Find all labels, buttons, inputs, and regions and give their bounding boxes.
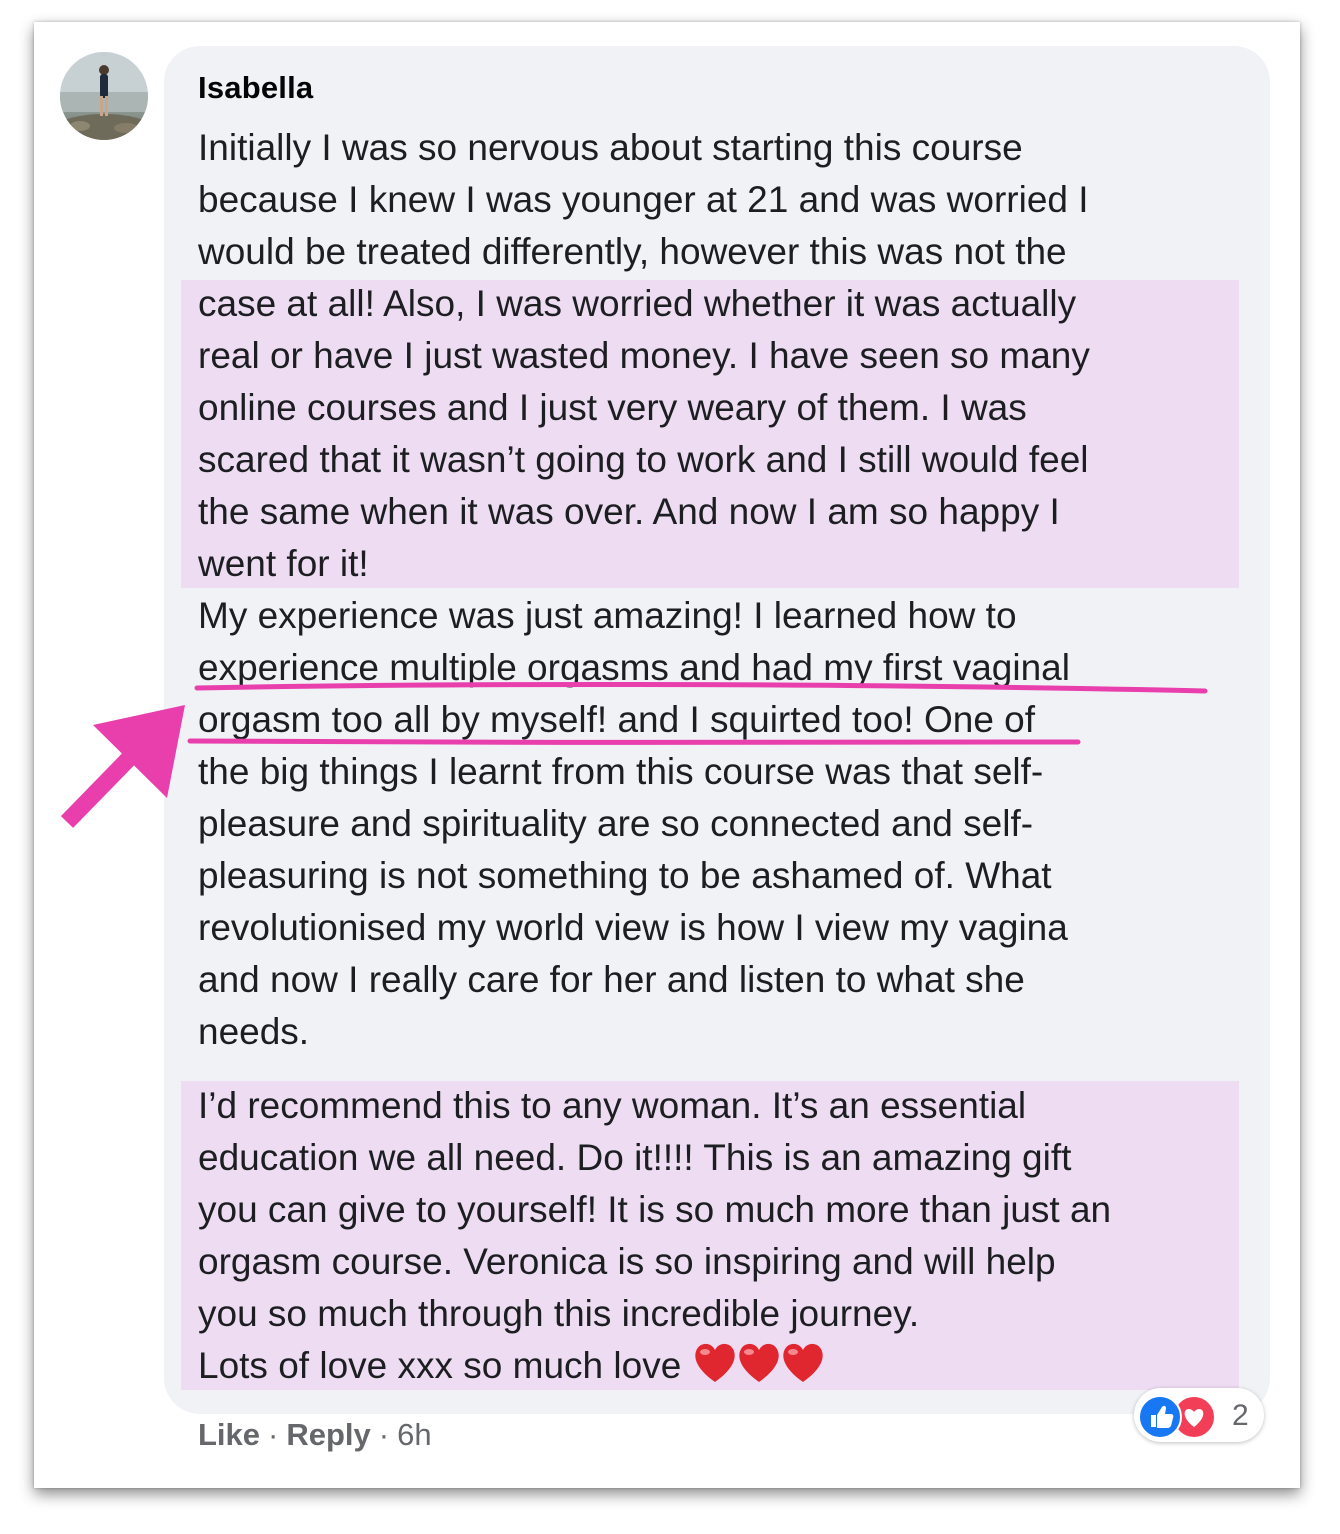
comment-line: Initially I was so nervous about startin… bbox=[198, 127, 1023, 168]
comment-line: you can give to yourself! It is so much … bbox=[198, 1189, 1112, 1230]
comment-line: revolutionised my world view is how I vi… bbox=[198, 907, 1068, 948]
comment-line: Lots of love xxx so much love bbox=[198, 1340, 1258, 1392]
comment-line: real or have I just wasted money. I have… bbox=[198, 335, 1090, 376]
heart-emoji-icon bbox=[695, 1343, 735, 1382]
comment-actions: Like · Reply · 6h bbox=[198, 1417, 432, 1453]
like-icon bbox=[1138, 1395, 1182, 1439]
comment-line: education we all need. Do it!!!! This is… bbox=[198, 1137, 1072, 1178]
comment-line: orgasm too all by myself! and I squirted… bbox=[198, 699, 1036, 740]
reaction-summary[interactable]: 2 bbox=[1134, 1388, 1264, 1442]
heart-emoji-icon bbox=[783, 1343, 823, 1382]
comment-line: case at all! Also, I was worried whether… bbox=[198, 283, 1077, 324]
comment-author[interactable]: Isabella bbox=[198, 70, 313, 106]
reaction-count: 2 bbox=[1232, 1399, 1249, 1432]
comment-line: the same when it was over. And now I am … bbox=[198, 491, 1060, 532]
comment-line: My experience was just amazing! I learne… bbox=[198, 595, 1017, 636]
comment-line: I’d recommend this to any woman. It’s an… bbox=[198, 1085, 1027, 1126]
comment-line: went for it! bbox=[198, 543, 369, 584]
comment-line: the big things I learnt from this course… bbox=[198, 751, 1044, 792]
separator: · bbox=[268, 1417, 279, 1452]
comment-text: Initially I was so nervous about startin… bbox=[198, 122, 1258, 1058]
comment-line: pleasure and spirituality are so connect… bbox=[198, 803, 1034, 844]
heart-emoji-icon bbox=[739, 1343, 779, 1382]
comment-line: online courses and I just very weary of … bbox=[198, 387, 1027, 428]
arrow-annotation bbox=[60, 705, 185, 828]
comment-line: and now I really care for her and listen… bbox=[198, 959, 1025, 1000]
comment-line: would be treated differently, however th… bbox=[198, 231, 1067, 272]
comment-line: orgasm course. Veronica is so inspiring … bbox=[198, 1241, 1056, 1282]
comment-text-recommendation: I’d recommend this to any woman. It’s an… bbox=[198, 1080, 1258, 1392]
comment-line: you so much through this incredible jour… bbox=[198, 1293, 920, 1334]
comment-line: experience multiple orgasms and had my f… bbox=[198, 647, 1070, 688]
reply-link[interactable]: Reply bbox=[286, 1417, 370, 1452]
comment-line: because I knew I was younger at 21 and w… bbox=[198, 179, 1089, 220]
heart-emoji-group bbox=[691, 1340, 823, 1398]
separator: · bbox=[378, 1417, 390, 1452]
avatar[interactable] bbox=[60, 52, 148, 140]
comment-line: pleasuring is not something to be ashame… bbox=[198, 855, 1052, 896]
timestamp[interactable]: 6h bbox=[397, 1417, 431, 1452]
like-link[interactable]: Like bbox=[198, 1417, 260, 1452]
comment-line: scared that it wasn’t going to work and … bbox=[198, 439, 1089, 480]
comment-line: needs. bbox=[198, 1011, 310, 1052]
